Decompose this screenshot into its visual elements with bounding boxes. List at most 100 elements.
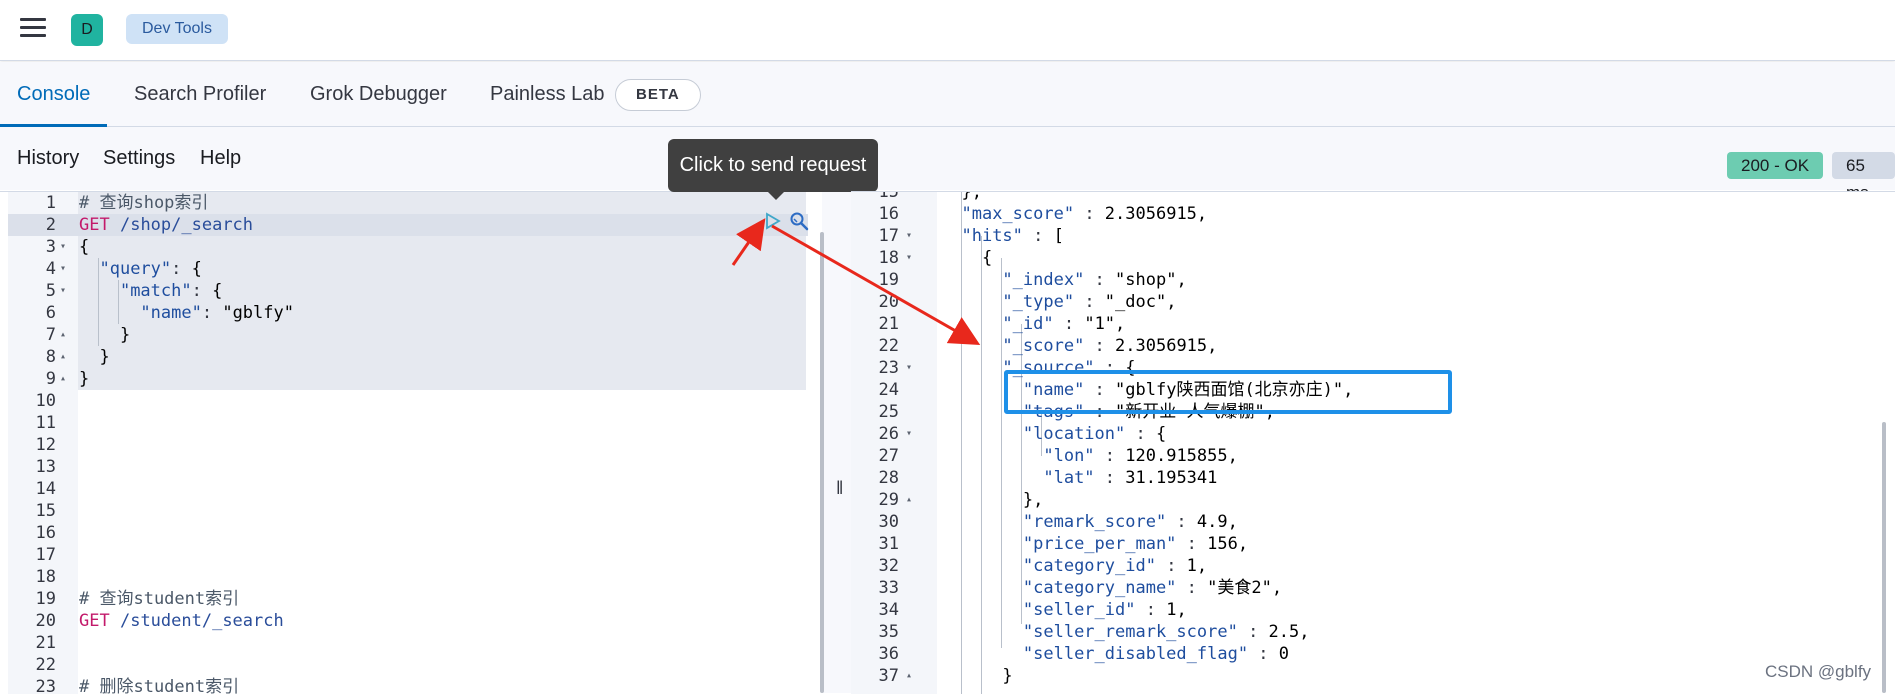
fold-toggle-icon[interactable]: ▴ <box>906 665 912 687</box>
code-line: "max_score" : 2.3056915, <box>961 204 1208 224</box>
code-line: "match": { <box>119 281 223 301</box>
tab-search-profiler[interactable]: Search Profiler <box>134 62 266 124</box>
fold-toggle-icon[interactable]: ▴ <box>60 346 66 368</box>
line-number: 35 <box>878 622 899 642</box>
code-line: }, <box>941 191 982 202</box>
line-number: 19 <box>878 270 899 290</box>
tab-console[interactable]: Console <box>0 62 108 127</box>
devtools-tabs: Console Search Profiler Grok Debugger Pa… <box>0 62 1895 127</box>
code-line: "category_id" : 1, <box>1022 556 1208 576</box>
code-line: "_id" : "1", <box>1002 314 1126 334</box>
pane-resizer[interactable] <box>822 191 851 693</box>
line-number: 21 <box>35 633 56 653</box>
code-line: "seller_id" : 1, <box>1022 600 1187 620</box>
line-number: 20 <box>35 611 56 631</box>
code-line: "seller_remark_score" : 2.5, <box>1022 622 1310 642</box>
fold-toggle-icon[interactable]: ▾ <box>60 280 66 302</box>
fold-toggle-icon[interactable]: ▴ <box>906 489 912 511</box>
line-number: 20 <box>878 292 899 312</box>
line-number: 2 <box>45 215 56 235</box>
play-icon[interactable] <box>764 212 782 230</box>
line-number: 22 <box>878 336 899 356</box>
line-number: 6 <box>45 303 56 323</box>
line-number: 18 <box>35 567 56 587</box>
response-editor: 15 }, 16 "max_score" : 2.3056915, 17 ▾ "hit… <box>851 191 1895 694</box>
top-header: D Dev Tools <box>0 0 1895 61</box>
code-line: "location" : { <box>1022 424 1167 444</box>
console-menu-bar: History Settings Help <box>0 127 1895 190</box>
line-number: 5 <box>45 281 56 301</box>
code-line: # 查询student索引 <box>79 589 240 609</box>
code-line: }, <box>941 490 1044 510</box>
code-line: "_type" : "_doc", <box>1002 292 1177 312</box>
line-number: 36 <box>878 644 899 664</box>
code-line: "query": { <box>99 259 202 279</box>
line-number: 10 <box>35 391 56 411</box>
code-line: "name": "gblfy" <box>140 303 294 323</box>
line-number: 12 <box>35 435 56 455</box>
annotation-highlight-box <box>1004 370 1452 414</box>
code-line: "hits" : [ <box>961 226 1064 246</box>
line-number: 17 <box>35 545 56 565</box>
line-number: 13 <box>35 457 56 477</box>
line-number: 9 <box>45 369 56 389</box>
fold-toggle-icon[interactable]: ▴ <box>60 324 66 346</box>
beta-badge: BETA <box>615 79 701 111</box>
fold-toggle-icon[interactable]: ▾ <box>906 225 912 247</box>
hamburger-menu-icon[interactable] <box>20 18 46 40</box>
code-line: } <box>79 325 131 345</box>
fold-toggle-icon[interactable]: ▾ <box>60 258 66 280</box>
code-line: "lon" : 120.915855, <box>1043 446 1238 466</box>
resizer-handle-icon[interactable]: ‖ <box>836 478 843 499</box>
line-number: 15 <box>878 191 899 202</box>
line-number: 18 <box>878 248 899 268</box>
code-line: "category_name" : "美食2", <box>1022 578 1283 598</box>
code-line: { <box>941 248 993 268</box>
code-line: GET /student/_search <box>79 611 284 631</box>
code-line: "remark_score" : 4.9, <box>1022 512 1238 532</box>
code-line: # 查询shop索引 <box>79 193 209 213</box>
line-number: 33 <box>878 578 899 598</box>
code-line: "lat" : 31.195341 <box>1043 468 1218 488</box>
history-link[interactable]: History <box>17 147 79 170</box>
code-line: GET /shop/_search <box>79 215 254 235</box>
breadcrumb-dev-tools[interactable]: Dev Tools <box>126 14 228 44</box>
settings-link[interactable]: Settings <box>103 147 175 170</box>
code-line: # 删除student索引 <box>79 677 240 694</box>
fold-toggle-icon[interactable]: ▾ <box>906 247 912 269</box>
fold-toggle-icon[interactable]: ▾ <box>906 423 912 445</box>
fold-toggle-icon[interactable]: ▾ <box>60 236 66 258</box>
tab-grok-debugger[interactable]: Grok Debugger <box>310 62 447 124</box>
status-badge: 200 - OK <box>1727 152 1824 179</box>
line-number: 3 <box>45 237 56 257</box>
line-number: 30 <box>878 512 899 532</box>
line-number: 17 <box>878 226 899 246</box>
request-time-badge: 65 ms <box>1832 152 1895 202</box>
line-number: 8 <box>45 347 56 367</box>
code-line: "_score" : 2.3056915, <box>1002 336 1218 356</box>
line-number: 26 <box>878 424 899 444</box>
line-number: 16 <box>35 523 56 543</box>
line-number: 19 <box>35 589 56 609</box>
fold-toggle-icon[interactable]: ▾ <box>906 357 912 379</box>
space-avatar[interactable]: D <box>71 14 103 46</box>
line-number: 4 <box>45 259 56 279</box>
request-editor[interactable]: 1 # 查询shop索引 2 GET /shop/_search 3 ▾{4 ▾ "quer… <box>0 191 822 694</box>
line-number: 29 <box>878 490 899 510</box>
line-number: 25 <box>878 402 899 422</box>
code-line: { <box>79 237 90 257</box>
code-line: "price_per_man" : 156, <box>1022 534 1249 554</box>
line-number: 31 <box>878 534 899 554</box>
line-number: 27 <box>878 446 899 466</box>
response-scrollbar[interactable] <box>1882 422 1886 693</box>
code-line: } <box>941 666 1013 686</box>
line-number: 22 <box>35 655 56 675</box>
line-number: 23 <box>35 677 56 694</box>
wrench-icon[interactable] <box>788 210 810 232</box>
line-number: 37 <box>878 666 899 686</box>
help-link[interactable]: Help <box>200 147 241 170</box>
tab-painless-lab[interactable]: Painless Lab <box>490 62 605 124</box>
request-scrollbar[interactable] <box>820 232 824 693</box>
code-line: } <box>79 347 110 367</box>
fold-toggle-icon[interactable]: ▴ <box>60 368 66 390</box>
